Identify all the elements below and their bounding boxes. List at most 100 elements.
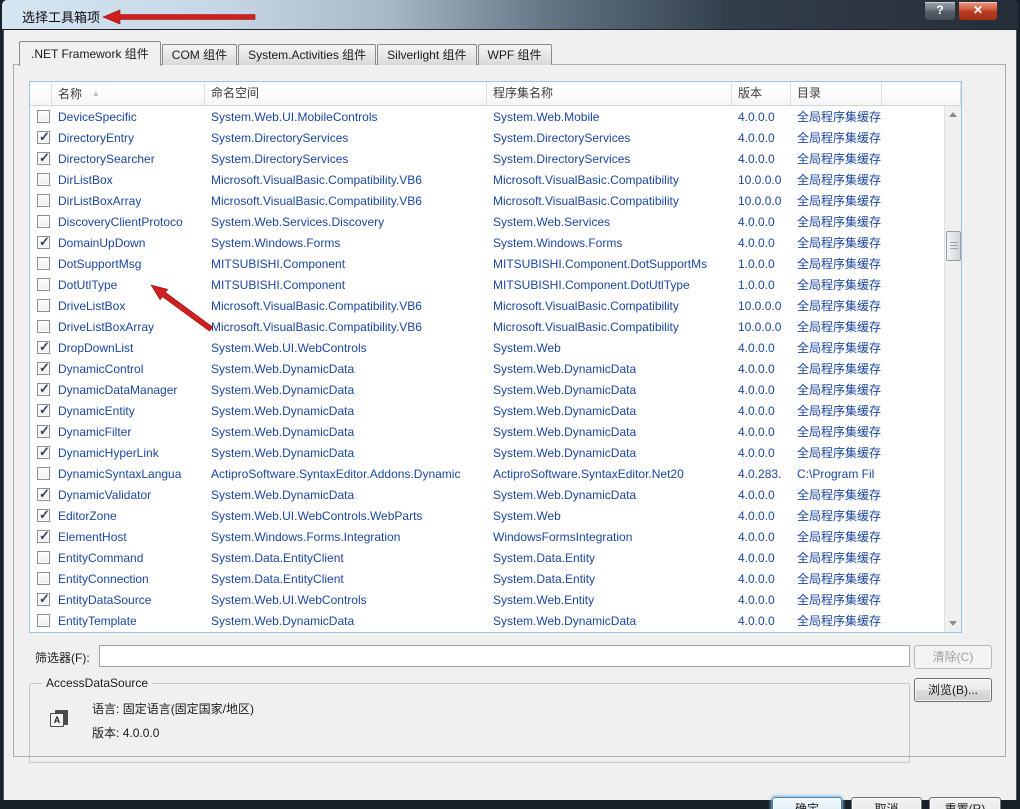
- header-directory[interactable]: 目录: [791, 82, 882, 105]
- row-checkbox[interactable]: [37, 152, 50, 165]
- header-checkbox-col[interactable]: [30, 82, 52, 105]
- cell-version: 10.0.0.0: [732, 299, 791, 313]
- table-row[interactable]: DriveListBoxArrayMicrosoft.VisualBasic.C…: [30, 316, 944, 337]
- row-checkbox[interactable]: [37, 278, 50, 291]
- cell-name: EntityCommand: [52, 551, 205, 565]
- cell-version: 4.0.0.0: [732, 236, 791, 250]
- table-row[interactable]: DynamicControlSystem.Web.DynamicDataSyst…: [30, 358, 944, 379]
- cell-name: EntityTemplate: [52, 614, 205, 628]
- row-checkbox[interactable]: [37, 383, 50, 396]
- table-row[interactable]: EditorZoneSystem.Web.UI.WebControls.WebP…: [30, 505, 944, 526]
- cell-assembly: WindowsFormsIntegration: [487, 530, 732, 544]
- scrollbar-thumb[interactable]: [946, 231, 961, 261]
- row-checkbox[interactable]: [37, 614, 50, 627]
- cancel-button[interactable]: 取消: [851, 797, 922, 809]
- table-row[interactable]: DirListBoxMicrosoft.VisualBasic.Compatib…: [30, 169, 944, 190]
- header-blank: [882, 82, 961, 105]
- tab-silverlight[interactable]: Silverlight 组件: [377, 44, 476, 65]
- tab-com[interactable]: COM 组件: [162, 44, 237, 65]
- tab-page: 名称▲ 命名空间 程序集名称 版本 目录 DeviceSpecificSyste…: [13, 64, 1006, 757]
- row-checkbox[interactable]: [37, 467, 50, 480]
- table-row[interactable]: EntityDataSourceSystem.Web.UI.WebControl…: [30, 589, 944, 610]
- vertical-scrollbar[interactable]: [944, 106, 961, 632]
- row-checkbox[interactable]: [37, 299, 50, 312]
- row-checkbox[interactable]: [37, 257, 50, 270]
- table-row[interactable]: DropDownListSystem.Web.UI.WebControlsSys…: [30, 337, 944, 358]
- cell-directory: 全局程序集缓存: [791, 276, 882, 293]
- tab-wpf[interactable]: WPF 组件: [478, 44, 552, 65]
- ok-button[interactable]: 确定: [772, 797, 842, 809]
- row-checkbox[interactable]: [37, 530, 50, 543]
- table-row[interactable]: DynamicValidatorSystem.Web.DynamicDataSy…: [30, 484, 944, 505]
- table-row[interactable]: DiscoveryClientProtocoSystem.Web.Service…: [30, 211, 944, 232]
- cell-namespace: System.Web.Services.Discovery: [205, 215, 487, 229]
- header-namespace[interactable]: 命名空间: [205, 82, 487, 105]
- scroll-down-icon[interactable]: [945, 615, 962, 632]
- cell-assembly: ActiproSoftware.SyntaxEditor.Net20: [487, 467, 732, 481]
- row-checkbox[interactable]: [37, 194, 50, 207]
- titlebar[interactable]: 选择工具箱项 ? ✕: [2, 0, 1018, 30]
- cell-assembly: System.DirectoryServices: [487, 131, 732, 145]
- cell-namespace: Microsoft.VisualBasic.Compatibility.VB6: [205, 299, 487, 313]
- table-row[interactable]: DirectoryEntrySystem.DirectoryServicesSy…: [30, 127, 944, 148]
- tab-net-framework[interactable]: .NET Framework 组件: [19, 41, 161, 66]
- row-checkbox[interactable]: [37, 425, 50, 438]
- cell-assembly: System.DirectoryServices: [487, 152, 732, 166]
- row-checkbox[interactable]: [37, 236, 50, 249]
- row-checkbox[interactable]: [37, 509, 50, 522]
- table-row[interactable]: DynamicFilterSystem.Web.DynamicDataSyste…: [30, 421, 944, 442]
- header-name[interactable]: 名称▲: [52, 82, 205, 105]
- cell-assembly: Microsoft.VisualBasic.Compatibility: [487, 194, 732, 208]
- row-checkbox[interactable]: [37, 488, 50, 501]
- cell-directory: 全局程序集缓存: [791, 591, 882, 608]
- reset-button[interactable]: 重置(R): [929, 797, 1001, 809]
- table-row[interactable]: ElementHostSystem.Windows.Forms.Integrat…: [30, 526, 944, 547]
- header-version[interactable]: 版本: [732, 82, 791, 105]
- checkbox-cell: [30, 320, 52, 333]
- row-checkbox[interactable]: [37, 110, 50, 123]
- table-row[interactable]: DynamicEntitySystem.Web.DynamicDataSyste…: [30, 400, 944, 421]
- row-checkbox[interactable]: [37, 320, 50, 333]
- list-header: 名称▲ 命名空间 程序集名称 版本 目录: [30, 82, 961, 106]
- tab-system-activities[interactable]: System.Activities 组件: [238, 44, 376, 65]
- cell-version: 4.0.0.0: [732, 341, 791, 355]
- cell-directory: 全局程序集缓存: [791, 402, 882, 419]
- row-checkbox[interactable]: [37, 362, 50, 375]
- table-row[interactable]: DirListBoxArrayMicrosoft.VisualBasic.Com…: [30, 190, 944, 211]
- header-assembly[interactable]: 程序集名称: [487, 82, 732, 105]
- row-checkbox[interactable]: [37, 341, 50, 354]
- row-checkbox[interactable]: [37, 215, 50, 228]
- table-row[interactable]: EntityTemplateSystem.Web.DynamicDataSyst…: [30, 610, 944, 631]
- cell-namespace: System.Web.DynamicData: [205, 488, 487, 502]
- browse-button[interactable]: 浏览(B)...: [914, 678, 992, 702]
- table-row[interactable]: DynamicDataManagerSystem.Web.DynamicData…: [30, 379, 944, 400]
- filter-input[interactable]: [99, 645, 910, 667]
- cell-name: EntityConnection: [52, 572, 205, 586]
- row-checkbox[interactable]: [37, 593, 50, 606]
- table-row[interactable]: EntityCommandSystem.Data.EntityClientSys…: [30, 547, 944, 568]
- scroll-up-icon[interactable]: [945, 106, 962, 123]
- table-row[interactable]: DynamicSyntaxLanguaActiproSoftware.Synta…: [30, 463, 944, 484]
- checkbox-cell: [30, 110, 52, 123]
- help-icon[interactable]: ?: [924, 2, 956, 21]
- row-checkbox[interactable]: [37, 572, 50, 585]
- row-checkbox[interactable]: [37, 404, 50, 417]
- table-row[interactable]: EntityConnectionSystem.Data.EntityClient…: [30, 568, 944, 589]
- cell-namespace: ActiproSoftware.SyntaxEditor.Addons.Dyna…: [205, 467, 487, 481]
- cell-assembly: System.Web.DynamicData: [487, 488, 732, 502]
- row-checkbox[interactable]: [37, 173, 50, 186]
- close-icon[interactable]: ✕: [958, 2, 998, 21]
- table-row[interactable]: DriveListBoxMicrosoft.VisualBasic.Compat…: [30, 295, 944, 316]
- row-checkbox[interactable]: [37, 551, 50, 564]
- row-checkbox[interactable]: [37, 446, 50, 459]
- table-row[interactable]: DotUtlTypeMITSUBISHI.ComponentMITSUBISHI…: [30, 274, 944, 295]
- row-checkbox[interactable]: [37, 131, 50, 144]
- cell-namespace: System.Data.EntityClient: [205, 551, 487, 565]
- table-row[interactable]: DirectorySearcherSystem.DirectoryService…: [30, 148, 944, 169]
- table-row[interactable]: DynamicHyperLinkSystem.Web.DynamicDataSy…: [30, 442, 944, 463]
- table-row[interactable]: DeviceSpecificSystem.Web.UI.MobileContro…: [30, 106, 944, 127]
- cell-namespace: System.Windows.Forms: [205, 236, 487, 250]
- cell-version: 4.0.0.0: [732, 509, 791, 523]
- table-row[interactable]: DomainUpDownSystem.Windows.FormsSystem.W…: [30, 232, 944, 253]
- table-row[interactable]: DotSupportMsgMITSUBISHI.ComponentMITSUBI…: [30, 253, 944, 274]
